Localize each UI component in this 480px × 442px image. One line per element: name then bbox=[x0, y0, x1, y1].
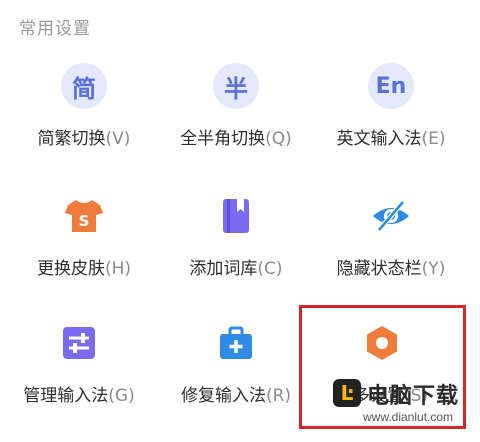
hide-status-bar-button[interactable]: 隐藏状态栏(Y) bbox=[316, 193, 466, 293]
manage-input-method-button[interactable]: 管理输入法(G) bbox=[4, 320, 154, 420]
tile-label: 英文输入法(E) bbox=[336, 129, 446, 149]
tshirt-skin-icon: S bbox=[61, 193, 107, 239]
tile-label: 全半角切换(Q) bbox=[180, 129, 292, 149]
half-full-width-button[interactable]: 半 全半角切换(Q) bbox=[161, 63, 311, 163]
tile-label: 隐藏状态栏(Y) bbox=[336, 259, 446, 279]
half-full-width-icon: 半 bbox=[213, 63, 259, 109]
eye-hidden-icon bbox=[368, 193, 414, 239]
tile-label: 简繁切换(V) bbox=[37, 129, 131, 149]
add-lexicon-button[interactable]: 添加词库(C) bbox=[161, 193, 311, 293]
tile-label: 管理输入法(G) bbox=[23, 386, 135, 406]
english-input-button[interactable]: En 英文输入法(E) bbox=[316, 63, 466, 163]
simplified-traditional-icon: 简 bbox=[61, 63, 107, 109]
english-input-icon: En bbox=[368, 63, 414, 109]
tile-label: 修复输入法(R) bbox=[180, 386, 292, 406]
highlight-frame bbox=[299, 305, 466, 429]
book-lexicon-icon bbox=[213, 193, 259, 239]
change-skin-button[interactable]: S 更换皮肤(H) bbox=[9, 193, 159, 293]
repair-input-method-button[interactable]: 修复输入法(R) bbox=[161, 320, 311, 420]
svg-text:S: S bbox=[79, 212, 90, 230]
section-title: 常用设置 bbox=[19, 19, 91, 39]
toolbox-repair-icon bbox=[213, 320, 259, 366]
tile-label: 添加词库(C) bbox=[189, 259, 283, 279]
sliders-manage-icon bbox=[56, 320, 102, 366]
simplified-traditional-button[interactable]: 简 简繁切换(V) bbox=[9, 63, 159, 163]
tile-label: 更换皮肤(H) bbox=[36, 259, 132, 279]
